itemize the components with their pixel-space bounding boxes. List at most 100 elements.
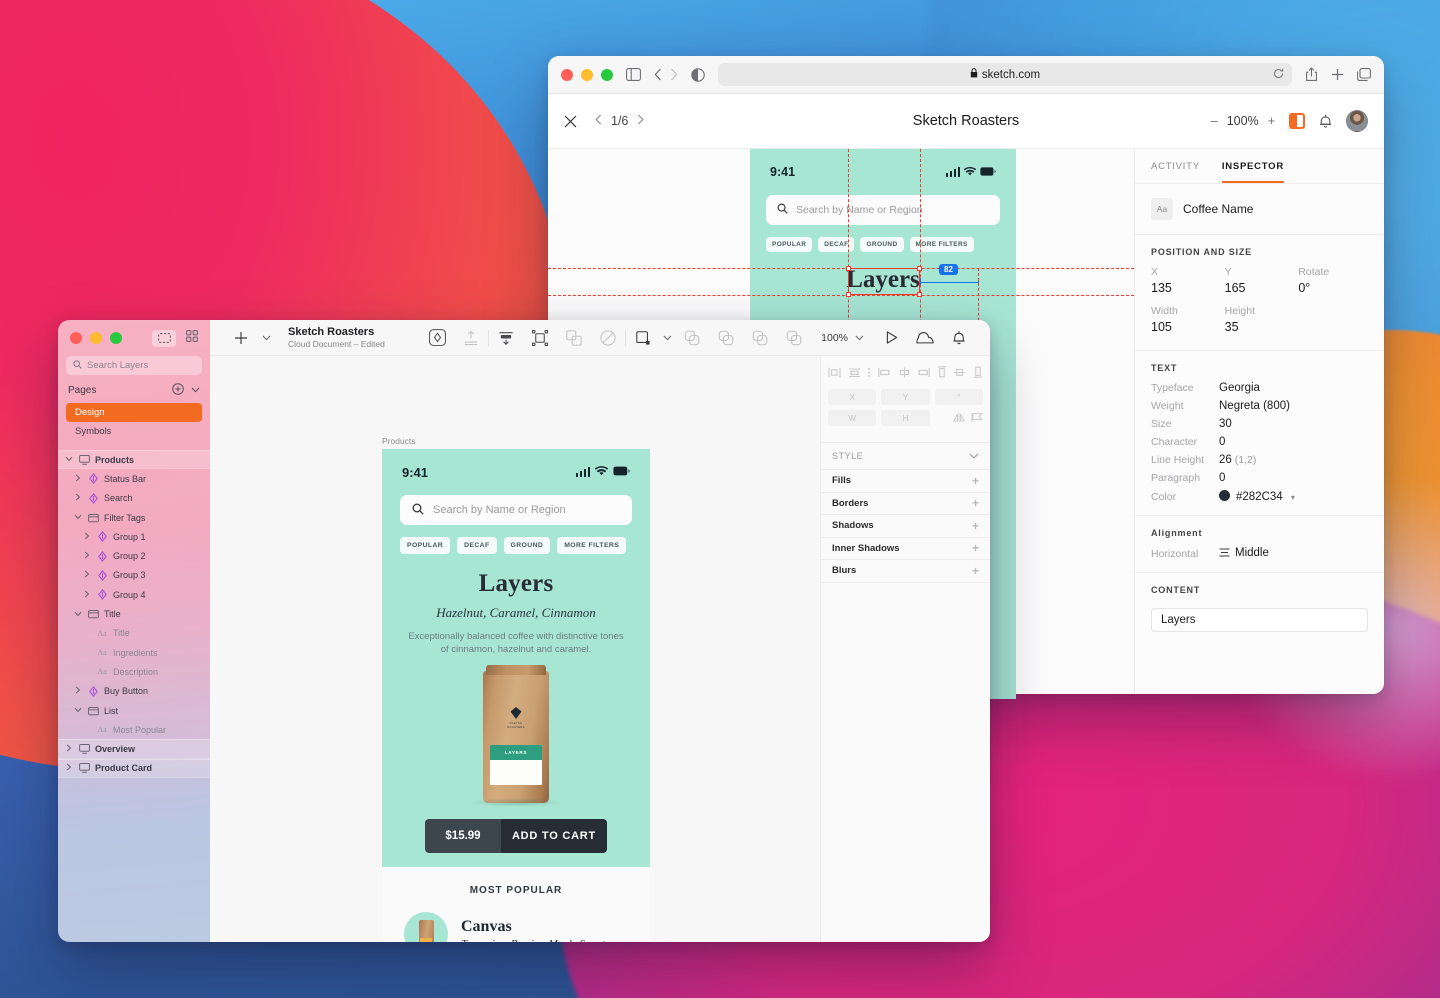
reload-icon[interactable] — [1273, 68, 1284, 82]
chevron-down-icon[interactable] — [969, 451, 979, 461]
align-middle-vertical-icon[interactable] — [953, 365, 966, 383]
align-bottom-icon[interactable] — [973, 365, 983, 383]
layers-list[interactable]: Products Status Bar Search Filter Tags Group… — [58, 450, 210, 779]
distribute-right-icon[interactable] — [917, 365, 930, 383]
sidebar-toggle-icon[interactable] — [626, 68, 641, 81]
chevron-right-icon[interactable] — [82, 570, 91, 580]
boolean-intersect-icon[interactable] — [743, 330, 777, 346]
text-color-row[interactable]: Color #282C34 ▾ — [1151, 490, 1368, 503]
style-row-blurs[interactable]: Blurs + — [821, 560, 990, 583]
field-height[interactable]: H — [881, 410, 930, 426]
avatar[interactable] — [1346, 110, 1368, 132]
chevron-right-icon[interactable] — [64, 763, 73, 773]
reader-contrast-icon[interactable] — [691, 67, 705, 82]
back-icon[interactable] — [654, 68, 662, 81]
layer-row-product-card[interactable]: Product Card — [58, 758, 210, 779]
next-page-icon[interactable] — [637, 114, 644, 128]
content-input[interactable]: Layers — [1151, 608, 1368, 632]
boolean-difference-icon[interactable] — [777, 330, 811, 346]
group-icon[interactable] — [557, 329, 591, 346]
minimize-window-button[interactable] — [581, 68, 593, 81]
maximize-window-button[interactable] — [601, 68, 613, 81]
layer-row-most-popular[interactable]: Aa Most Popular — [58, 720, 210, 739]
selection-box[interactable] — [846, 266, 922, 297]
artboard-name-label[interactable]: Products — [382, 436, 416, 446]
smart-layout-icon[interactable] — [523, 329, 557, 346]
layer-row-group-2[interactable]: Group 2 — [58, 546, 210, 565]
layer-row-title[interactable]: Aa Title — [58, 624, 210, 643]
zoom-control[interactable]: – 100% + — [1211, 114, 1275, 128]
mock-search-field[interactable]: Search by Name or Region — [400, 495, 632, 525]
sketch-app-window[interactable]: Search Layers Pages Design Symbols Produ… — [58, 320, 990, 942]
flip-vertical-icon[interactable] — [971, 410, 983, 428]
insert-dropdown-icon[interactable] — [258, 335, 274, 341]
chevron-right-icon[interactable] — [73, 493, 82, 503]
sketch-canvas[interactable]: Products 9:41 Search by Name or Region P… — [210, 356, 820, 942]
filter-tag[interactable]: POPULAR — [766, 237, 813, 252]
search-layers-input[interactable]: Search Layers — [66, 356, 202, 375]
mock-search-field[interactable]: Search by Name or Region — [766, 195, 1000, 225]
inspector-tabs[interactable]: ACTIVITY INSPECTOR — [1135, 149, 1384, 184]
prev-page-icon[interactable] — [595, 114, 602, 128]
chevron-right-icon[interactable] — [73, 686, 82, 696]
tab-activity[interactable]: ACTIVITY — [1151, 161, 1200, 183]
layer-row-products[interactable]: Products — [58, 450, 210, 470]
close-window-button[interactable] — [70, 332, 82, 344]
chevron-right-icon[interactable] — [82, 532, 91, 542]
style-row-borders[interactable]: Borders + — [821, 493, 990, 515]
scale-icon[interactable] — [626, 330, 660, 346]
flip-horizontal-icon[interactable] — [952, 410, 966, 428]
zoom-out-button[interactable]: – — [1211, 114, 1218, 128]
layer-row-group-4[interactable]: Group 4 — [58, 585, 210, 604]
export-icon[interactable] — [454, 329, 488, 346]
notifications-bell-icon[interactable] — [1319, 114, 1332, 128]
forward-icon[interactable] — [670, 68, 678, 81]
filter-tag[interactable]: DECAF — [818, 237, 855, 252]
share-icon[interactable] — [1305, 67, 1318, 82]
close-window-button[interactable] — [561, 68, 573, 81]
distribute-center-icon[interactable] — [898, 365, 911, 383]
style-row-inner-shadows[interactable]: Inner Shadows + — [821, 538, 990, 560]
cloud-icon[interactable] — [908, 331, 942, 345]
field-rotate[interactable]: ° — [934, 389, 983, 405]
field-y[interactable]: Y — [881, 389, 930, 405]
page-item-design[interactable]: Design — [66, 403, 202, 422]
add-to-cart-button[interactable]: ADD TO CART — [501, 818, 607, 853]
inspector-panel-toggle-icon[interactable] — [1289, 113, 1305, 129]
chevron-down-icon[interactable] — [191, 385, 200, 396]
style-section-header[interactable]: STYLE — [821, 442, 990, 470]
page-item-symbols[interactable]: Symbols — [66, 422, 202, 441]
boolean-union-icon[interactable] — [675, 330, 709, 346]
chevron-down-icon[interactable] — [73, 513, 82, 522]
layer-row-ingredients[interactable]: Aa Ingredients — [58, 643, 210, 662]
filter-tag[interactable]: GROUND — [860, 237, 904, 252]
grid-view-icon[interactable] — [186, 329, 198, 347]
add-page-icon[interactable] — [172, 383, 184, 398]
distribute-left-icon[interactable] — [878, 365, 891, 383]
align-center-icon[interactable] — [848, 365, 861, 383]
layer-row-group-1[interactable]: Group 1 — [58, 527, 210, 546]
tab-overview-icon[interactable] — [1357, 68, 1371, 81]
chevron-right-icon[interactable] — [82, 551, 91, 561]
insert-template-icon[interactable] — [489, 330, 523, 346]
mock-list-item[interactable]: Canvas Tangerine, Berries, Maple Sweetne… — [382, 898, 650, 942]
chevron-right-icon[interactable] — [82, 590, 91, 600]
add-inner-shadow-icon[interactable]: + — [972, 541, 979, 555]
view-mode-toggle[interactable] — [152, 329, 198, 347]
sketch-artboard[interactable]: 9:41 Search by Name or Region POPULAR DE… — [382, 449, 650, 942]
url-bar[interactable]: sketch.com — [718, 63, 1292, 86]
layer-row-group-3[interactable]: Group 3 — [58, 566, 210, 585]
new-tab-icon[interactable] — [1331, 68, 1344, 81]
scale-dropdown-icon[interactable] — [660, 335, 675, 341]
preview-play-icon[interactable] — [874, 330, 908, 345]
layer-row-search[interactable]: Search — [58, 489, 210, 508]
layer-row-description[interactable]: Aa Description — [58, 662, 210, 681]
mock-filter-tags[interactable]: POPULAR DECAF GROUND MORE FILTERS — [382, 525, 650, 554]
alignment-toolbar[interactable] — [821, 356, 990, 389]
layer-row-list[interactable]: List — [58, 701, 210, 720]
filter-tag[interactable]: GROUND — [503, 537, 551, 554]
add-blur-icon[interactable]: + — [972, 564, 979, 578]
minimize-window-button[interactable] — [90, 332, 102, 344]
chevron-right-icon[interactable] — [73, 474, 82, 484]
dimension-fields[interactable]: X Y ° W H — [821, 389, 990, 428]
